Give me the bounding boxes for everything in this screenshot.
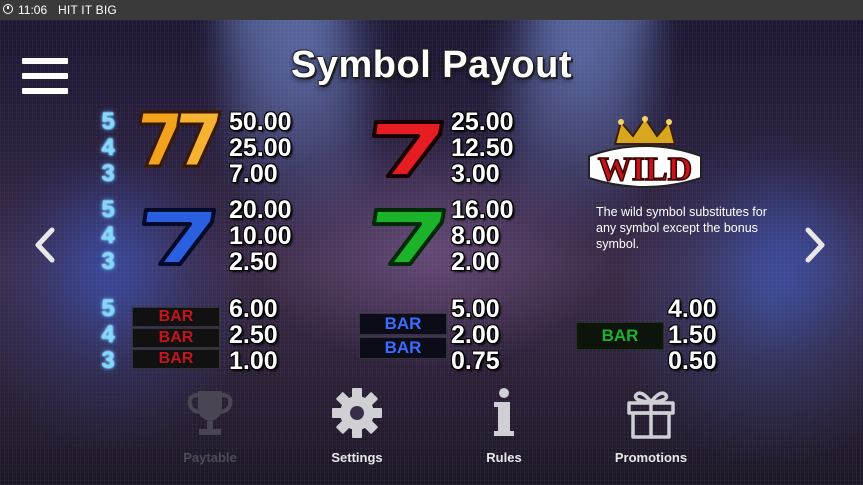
single-bar-payouts: 4.00 1.50 0.50: [668, 296, 748, 374]
gold-seven-payouts: 50.00 25.00 7.00: [229, 109, 309, 187]
multiplier-4: 4: [101, 321, 115, 348]
payout-value: 1.50: [668, 321, 717, 349]
red-seven-payouts: 25.00 12.50 3.00: [451, 109, 531, 187]
status-bar: 11:06 HIT IT BIG: [0, 0, 863, 20]
previous-page-arrow-icon[interactable]: [30, 225, 60, 265]
page-title: Symbol Payout: [291, 44, 572, 86]
gold-seven-symbol: [130, 104, 225, 174]
payout-value: 0.75: [451, 347, 500, 375]
bar-label: BAR: [576, 322, 664, 350]
nav-label: Settings: [331, 450, 383, 465]
gift-icon: [627, 391, 675, 439]
app-name: HIT IT BIG: [58, 3, 117, 17]
green-seven-symbol: [368, 202, 448, 272]
bar-label: BAR: [132, 349, 220, 369]
green-seven-payouts: 16.00 8.00 2.00: [451, 197, 531, 275]
red-seven-symbol: [368, 112, 448, 182]
payout-value: 0.50: [668, 347, 717, 375]
multiplier-stack: 5 4 3: [96, 109, 120, 187]
multiplier-4: 4: [101, 134, 115, 161]
wild-label: WILD: [598, 151, 692, 188]
double-bar-payouts: 5.00 2.00 0.75: [451, 296, 531, 374]
bar-label: BAR: [132, 307, 220, 327]
payout-value: 4.00: [668, 295, 717, 323]
bar-label: BAR: [132, 328, 220, 348]
multiplier-4: 4: [101, 222, 115, 249]
multiplier-3: 3: [101, 347, 115, 374]
multiplier-5: 5: [101, 295, 115, 322]
wild-symbol: WILD: [585, 116, 705, 196]
payout-value: 25.00: [229, 134, 292, 162]
multiplier-stack: 5 4 3: [96, 296, 120, 374]
multiplier-stack: 5 4 3: [96, 197, 120, 275]
trophy-icon: [187, 391, 233, 435]
nav-paytable[interactable]: Paytable: [155, 385, 265, 465]
multiplier-5: 5: [101, 108, 115, 135]
payout-value: 25.00: [451, 108, 514, 136]
status-time: 11:06: [18, 3, 48, 17]
payout-value: 1.00: [229, 347, 278, 375]
bar-label: BAR: [359, 337, 447, 359]
nav-label: Promotions: [614, 450, 688, 465]
payout-value: 8.00: [451, 222, 500, 250]
payout-value: 2.00: [451, 321, 500, 349]
payout-value: 12.50: [451, 134, 514, 162]
nav-label: Rules: [486, 450, 522, 465]
payout-value: 10.00: [229, 222, 292, 250]
nav-rules[interactable]: Rules: [449, 385, 559, 465]
payout-value: 3.00: [451, 160, 500, 188]
payout-value: 2.50: [229, 248, 278, 276]
info-icon: [494, 388, 514, 436]
payout-value: 20.00: [229, 196, 292, 224]
payout-value: 6.00: [229, 295, 278, 323]
payout-value: 7.00: [229, 160, 278, 188]
payout-value: 50.00: [229, 108, 292, 136]
bar-label: BAR: [359, 313, 447, 335]
wild-description: The wild symbol substitutes for any symb…: [596, 205, 767, 251]
triple-bar-payouts: 6.00 2.50 1.00: [229, 296, 309, 374]
nav-settings[interactable]: Settings: [302, 385, 412, 465]
menu-icon[interactable]: [22, 56, 68, 96]
nav-promotions[interactable]: Promotions: [596, 385, 706, 465]
blue-seven-payouts: 20.00 10.00 2.50: [229, 197, 309, 275]
multiplier-3: 3: [101, 248, 115, 275]
triple-bar-symbol: BAR BAR BAR: [132, 307, 220, 369]
multiplier-3: 3: [101, 160, 115, 187]
double-bar-symbol: BAR BAR: [359, 313, 447, 359]
next-page-arrow-icon[interactable]: [800, 225, 830, 265]
single-bar-symbol: BAR: [576, 322, 664, 350]
gear-icon: [332, 388, 382, 438]
nav-label: Paytable: [183, 450, 237, 465]
blue-seven-symbol: [138, 202, 218, 272]
clock-icon: [3, 4, 13, 14]
payout-value: 2.50: [229, 321, 278, 349]
multiplier-5: 5: [101, 196, 115, 223]
payout-value: 16.00: [451, 196, 514, 224]
payout-value: 2.00: [451, 248, 500, 276]
payout-value: 5.00: [451, 295, 500, 323]
